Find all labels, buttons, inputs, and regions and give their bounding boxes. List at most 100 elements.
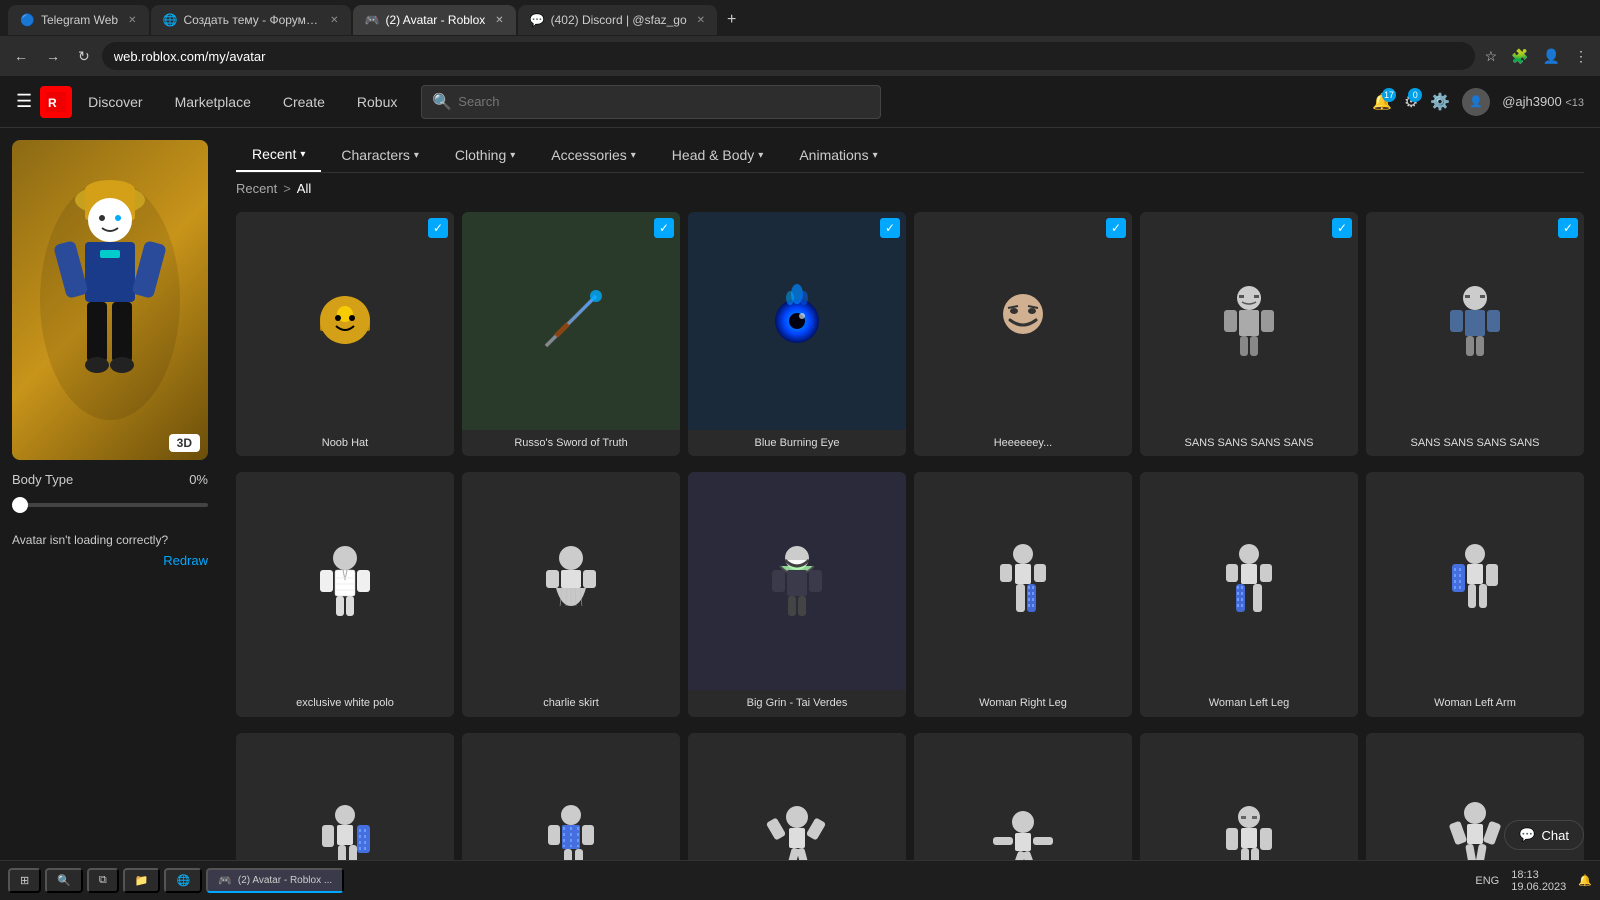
tab-characters[interactable]: Characters ▾ xyxy=(325,138,435,172)
heeeeeey-icon xyxy=(978,276,1068,366)
avatar-panel: 3D Body Type 0% Avatar isn't loading cor… xyxy=(0,128,220,900)
profile-button[interactable]: 👤 xyxy=(1539,44,1564,69)
item-image-heeeeeey: ✓ xyxy=(914,212,1132,430)
search-icon: 🔍 xyxy=(432,92,452,112)
new-tab-button[interactable]: + xyxy=(719,7,744,33)
search-bar: 🔍 xyxy=(421,85,881,119)
blue-eye-icon xyxy=(752,276,842,366)
notifications-button[interactable]: 🔔 17 xyxy=(1372,92,1392,112)
nav-create[interactable]: Create xyxy=(279,90,329,114)
settings-button[interactable]: ⚙️ xyxy=(1430,92,1450,112)
item-checkbox-heeeeeey[interactable]: ✓ xyxy=(1106,218,1126,238)
item-name-woman-left-arm: Woman Left Arm xyxy=(1366,690,1584,716)
taskbar-time-date: 18:13 19.06.2023 xyxy=(1511,869,1566,893)
nav-marketplace[interactable]: Marketplace xyxy=(171,90,255,114)
item-name-woman-left-leg: Woman Left Leg xyxy=(1140,690,1358,716)
menu-button[interactable]: ⋮ xyxy=(1570,44,1592,69)
back-button[interactable]: ← xyxy=(8,44,34,68)
item-image-woman-left-arm xyxy=(1366,472,1584,690)
tab-close-discord[interactable]: ✕ xyxy=(697,15,705,26)
bookmark-button[interactable]: ☆ xyxy=(1481,44,1502,69)
redraw-section: Avatar isn't loading correctly? Redraw xyxy=(12,531,208,568)
content-area: Recent ▾ Characters ▾ Clothing ▾ Accesso… xyxy=(220,128,1600,900)
tab-accessories[interactable]: Accessories ▾ xyxy=(535,138,652,172)
tab-head-body[interactable]: Head & Body ▾ xyxy=(656,138,780,172)
item-image-woman-right-leg xyxy=(914,472,1132,690)
nav-robux[interactable]: Robux xyxy=(353,90,401,114)
item-noob-hat[interactable]: ✓ Noob Hat xyxy=(236,212,454,456)
tab-roblox[interactable]: 🎮 (2) Avatar - Roblox ✕ xyxy=(353,5,516,35)
breadcrumb-root[interactable]: Recent xyxy=(236,181,277,196)
nav-right: 🔔 17 ⚙ 0 ⚙️ 👤 @ajh3900 <13 xyxy=(1372,88,1584,116)
item-big-grin[interactable]: Big Grin - Tai Verdes xyxy=(688,472,906,716)
item-heeeeeey[interactable]: ✓ Heeeeeey... xyxy=(914,212,1132,456)
reload-button[interactable]: ↻ xyxy=(72,44,96,69)
chat-button[interactable]: 💬 Chat xyxy=(1504,820,1584,850)
item-woman-right-leg[interactable]: Woman Right Leg xyxy=(914,472,1132,716)
tab-close-forum[interactable]: ✕ xyxy=(330,15,338,26)
item-sans2[interactable]: ✓ SANS SANS SANS SANS xyxy=(1366,212,1584,456)
notification-center-icon[interactable]: 🔔 xyxy=(1578,874,1592,887)
item-checkbox-sans2[interactable]: ✓ xyxy=(1558,218,1578,238)
item-sword[interactable]: ✓ Russo's Sword of Truth xyxy=(462,212,680,456)
taskbar-roblox[interactable]: 🎮 (2) Avatar - Roblox ... xyxy=(206,868,344,893)
robux-button[interactable]: ⚙ 0 xyxy=(1404,92,1418,112)
search-input[interactable] xyxy=(458,94,870,109)
taskbar-start[interactable]: ⊞ xyxy=(8,868,41,893)
slider-thumb[interactable] xyxy=(12,497,28,513)
item-checkbox-sword[interactable]: ✓ xyxy=(654,218,674,238)
tab-forum[interactable]: 🌐 Создать тему - Форум социал... ✕ xyxy=(151,5,351,35)
chat-icon: 💬 xyxy=(1519,827,1535,843)
tab-telegram[interactable]: 🔵 Telegram Web ✕ xyxy=(8,5,149,35)
item-white-polo[interactable]: exclusive white polo xyxy=(236,472,454,716)
item-sans1[interactable]: ✓ SANS SANS SANS SANS xyxy=(1140,212,1358,456)
windows-icon: ⊞ xyxy=(20,874,29,887)
tab-animations-label: Animations xyxy=(799,147,868,163)
tab-animations[interactable]: Animations ▾ xyxy=(783,138,893,172)
tab-close-roblox[interactable]: ✕ xyxy=(495,15,503,26)
slider-track xyxy=(12,503,208,507)
items-grid-row2: exclusive white polo xyxy=(236,464,1584,724)
item-checkbox-noob-hat[interactable]: ✓ xyxy=(428,218,448,238)
extensions-button[interactable]: 🧩 xyxy=(1507,44,1532,69)
item-woman-left-leg[interactable]: Woman Left Leg xyxy=(1140,472,1358,716)
redraw-link[interactable]: Redraw xyxy=(12,553,208,568)
taskbar-task-view[interactable]: ⧉ xyxy=(87,868,119,893)
item-checkbox-sans1[interactable]: ✓ xyxy=(1332,218,1352,238)
taskbar-search[interactable]: 🔍 xyxy=(45,868,83,893)
taskbar-time: 18:13 xyxy=(1511,869,1566,881)
item-name-charlie-skirt: charlie skirt xyxy=(462,690,680,716)
chat-label: Chat xyxy=(1542,828,1569,843)
main-nav: Discover Marketplace Create Robux xyxy=(84,90,401,114)
item-name-sans1: SANS SANS SANS SANS xyxy=(1140,430,1358,456)
tab-clothing[interactable]: Clothing ▾ xyxy=(439,138,531,172)
forward-button[interactable]: → xyxy=(40,44,66,68)
tab-close-telegram[interactable]: ✕ xyxy=(128,15,136,26)
taskbar-explorer[interactable]: 📁 xyxy=(123,868,161,893)
item-blue-eye[interactable]: ✓ Blue Burning Eye xyxy=(688,212,906,456)
body-type-slider[interactable] xyxy=(12,495,208,515)
item-woman-left-arm[interactable]: Woman Left Arm xyxy=(1366,472,1584,716)
tab-title-roblox: (2) Avatar - Roblox xyxy=(385,13,485,27)
tab-favicon-roblox: 🎮 xyxy=(365,13,380,27)
svg-text:R: R xyxy=(48,96,57,110)
sans1-icon xyxy=(1204,276,1294,366)
3d-badge[interactable]: 3D xyxy=(169,434,200,452)
item-name-sans2: SANS SANS SANS SANS xyxy=(1366,430,1584,456)
hamburger-button[interactable]: ☰ xyxy=(16,91,32,112)
roblox-logo-icon: R xyxy=(46,92,66,112)
item-checkbox-blue-eye[interactable]: ✓ xyxy=(880,218,900,238)
tab-discord[interactable]: 💬 (402) Discord | @sfaz_go ✕ xyxy=(518,5,717,35)
item-charlie-skirt[interactable]: charlie skirt xyxy=(462,472,680,716)
roblox-logo[interactable]: R xyxy=(40,86,72,118)
tab-recent[interactable]: Recent ▾ xyxy=(236,138,321,172)
item-image-noob-hat: ✓ xyxy=(236,212,454,430)
item-name-noob-hat: Noob Hat xyxy=(236,430,454,456)
avatar-preview: 3D xyxy=(12,140,208,460)
nav-discover[interactable]: Discover xyxy=(84,90,146,114)
address-input[interactable] xyxy=(102,42,1475,70)
category-tabs: Recent ▾ Characters ▾ Clothing ▾ Accesso… xyxy=(236,128,1584,173)
taskbar-chrome[interactable]: 🌐 xyxy=(164,868,202,893)
taskbar-right: ENG 18:13 19.06.2023 🔔 xyxy=(1475,869,1592,893)
tab-title-discord: (402) Discord | @sfaz_go xyxy=(551,13,687,27)
